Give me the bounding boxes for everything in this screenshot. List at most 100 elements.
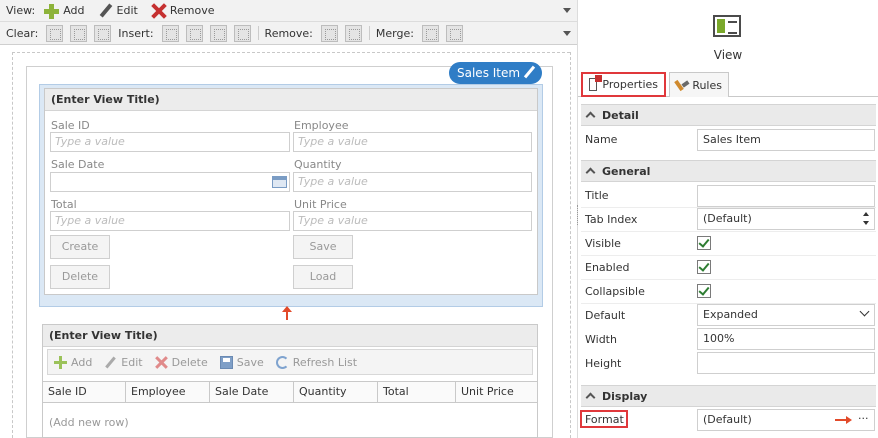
- spin-down-icon[interactable]: [863, 221, 869, 225]
- employee-input[interactable]: Type a value: [293, 132, 532, 152]
- list-toolbar: Add Edit Delete Save Refresh List: [47, 349, 533, 375]
- row-divider: [581, 231, 876, 232]
- section-general[interactable]: General: [581, 160, 876, 182]
- plus-icon: [54, 355, 67, 369]
- create-button[interactable]: Create: [50, 235, 110, 259]
- view-toolbar-label: View:: [6, 4, 36, 17]
- clear-row-icon[interactable]: [70, 24, 88, 42]
- height-field[interactable]: [697, 352, 875, 374]
- layout-guide: [12, 52, 13, 438]
- tab-properties[interactable]: Properties: [581, 72, 666, 97]
- name-label: Name: [585, 133, 618, 146]
- field-label-unit-price: Unit Price: [294, 198, 347, 211]
- edit-view-button[interactable]: Edit: [97, 3, 138, 19]
- insert-row-above-icon[interactable]: [209, 24, 227, 42]
- insert-row-below-icon[interactable]: [233, 24, 251, 42]
- column-header[interactable]: Employee: [126, 382, 210, 402]
- chevron-up-icon: [585, 111, 596, 122]
- total-input[interactable]: Type a value: [50, 211, 290, 231]
- list-save-label: Save: [236, 355, 264, 369]
- pencil-icon: [104, 356, 117, 369]
- pencil-icon: [97, 3, 113, 19]
- list-edit-button[interactable]: Edit: [104, 356, 142, 369]
- sale-date-input[interactable]: [50, 172, 290, 192]
- remove-row-icon[interactable]: [344, 24, 362, 42]
- section-detail[interactable]: Detail: [581, 104, 876, 126]
- column-header[interactable]: Unit Price: [456, 382, 536, 402]
- tab-index-label: Tab Index: [585, 213, 638, 226]
- list-view-title[interactable]: (Enter View Title): [43, 325, 537, 347]
- refresh-icon: [275, 355, 289, 369]
- row-divider: [581, 279, 876, 280]
- edit-pencil-icon[interactable]: [524, 66, 536, 78]
- visible-checkbox[interactable]: [697, 236, 711, 250]
- view-title[interactable]: (Enter View Title): [45, 89, 537, 111]
- height-label: Height: [585, 357, 622, 370]
- unit-price-input[interactable]: Type a value: [293, 211, 532, 231]
- view-name-badge[interactable]: Sales Item: [449, 62, 543, 84]
- column-header[interactable]: Quantity: [294, 382, 378, 402]
- section-detail-label: Detail: [602, 108, 639, 122]
- save-button[interactable]: Save: [293, 235, 353, 259]
- list-delete-button[interactable]: Delete: [155, 356, 208, 369]
- default-value: Expanded: [703, 308, 758, 321]
- spin-up-icon[interactable]: [863, 212, 869, 216]
- remove-view-button[interactable]: Remove: [150, 3, 215, 19]
- list-add-button[interactable]: Add: [54, 355, 93, 369]
- list-save-button[interactable]: Save: [219, 355, 264, 369]
- name-field[interactable]: Sales Item: [697, 129, 875, 151]
- merge-label: Merge:: [375, 26, 414, 40]
- title-field[interactable]: [697, 185, 875, 207]
- delete-icon: [155, 356, 168, 369]
- add-view-button[interactable]: Add: [43, 3, 85, 19]
- item-view-panel[interactable]: (Enter View Title) Sale ID Type a value …: [44, 88, 538, 295]
- list-refresh-label: Refresh List: [292, 355, 358, 369]
- column-header[interactable]: Total: [378, 382, 456, 402]
- list-refresh-button[interactable]: Refresh List: [275, 355, 358, 369]
- insert-label: Insert:: [118, 26, 154, 40]
- calendar-icon[interactable]: [272, 176, 287, 188]
- properties-icon: [589, 75, 603, 91]
- tab-rules[interactable]: Rules: [669, 72, 729, 97]
- clear-cell-icon[interactable]: [46, 24, 64, 42]
- tab-index-field[interactable]: (Default): [697, 208, 875, 230]
- add-new-row-placeholder[interactable]: (Add new row): [49, 416, 129, 429]
- clear-label: Clear:: [6, 26, 39, 40]
- insert-column-right-icon[interactable]: [185, 24, 203, 42]
- section-display[interactable]: Display: [581, 385, 876, 407]
- row-divider: [581, 255, 876, 256]
- width-field[interactable]: 100%: [697, 328, 875, 350]
- title-label: Title: [585, 189, 609, 202]
- properties-tab-strip: Properties Rules: [578, 72, 878, 97]
- column-header[interactable]: Sale ID: [43, 382, 126, 402]
- toolbar-collapse-caret-icon[interactable]: [563, 8, 571, 13]
- split-cells-icon[interactable]: [445, 24, 463, 42]
- properties-pane: View Properties Rules Detail Name Sales …: [578, 0, 878, 438]
- enabled-checkbox[interactable]: [697, 260, 711, 274]
- list-add-label: Add: [71, 355, 93, 369]
- insert-column-left-icon[interactable]: [161, 24, 179, 42]
- layout-guide: [12, 52, 570, 53]
- clear-column-icon[interactable]: [94, 24, 112, 42]
- chevron-up-icon: [585, 167, 596, 178]
- delete-button[interactable]: Delete: [50, 265, 110, 289]
- load-button[interactable]: Load: [293, 265, 353, 289]
- sale-id-input[interactable]: Type a value: [50, 132, 290, 152]
- view-name-label: Sales Item: [457, 66, 521, 80]
- merge-cells-icon[interactable]: [421, 24, 439, 42]
- toolbar-overflow-caret-icon[interactable]: [563, 31, 571, 36]
- save-icon: [219, 355, 233, 369]
- list-view-panel[interactable]: (Enter View Title) Add Edit Delete Save …: [42, 324, 538, 438]
- remove-column-icon[interactable]: [320, 24, 338, 42]
- field-label-employee: Employee: [294, 119, 349, 132]
- list-delete-label: Delete: [171, 355, 208, 369]
- column-header[interactable]: Sale Date: [210, 382, 294, 402]
- annotation-arrow-right-icon: [835, 416, 853, 424]
- section-general-label: General: [602, 164, 651, 178]
- add-view-label: Add: [63, 4, 85, 17]
- collapsible-checkbox[interactable]: [697, 284, 711, 298]
- section-display-label: Display: [602, 389, 648, 403]
- default-dropdown[interactable]: Expanded: [697, 304, 875, 326]
- quantity-input[interactable]: Type a value: [293, 172, 532, 192]
- format-ellipsis-button[interactable]: ···: [858, 412, 869, 425]
